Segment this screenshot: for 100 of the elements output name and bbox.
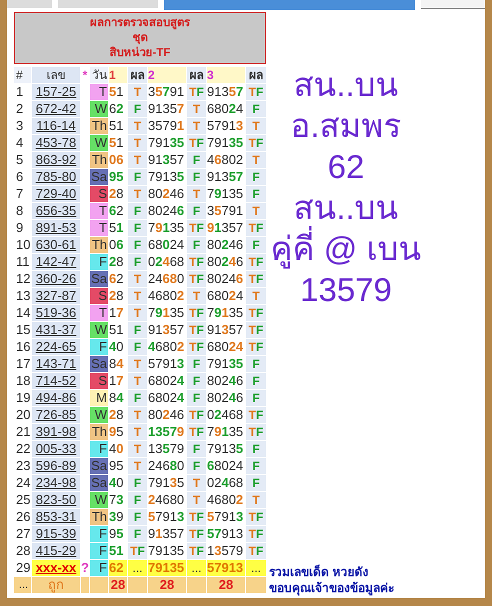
row-number: 2 xyxy=(14,101,31,118)
number-link[interactable]: 656-35 xyxy=(32,203,80,220)
number-cell: 13579 xyxy=(148,441,186,458)
number-cell: 62 xyxy=(109,271,127,288)
number-link[interactable]: 823-50 xyxy=(32,492,80,509)
day-badge: W xyxy=(90,492,108,509)
number-link[interactable]: 391-98 xyxy=(32,424,80,441)
number-cell: 95 xyxy=(109,526,127,543)
number-cell: 91357 xyxy=(207,169,245,186)
result-cell: F xyxy=(128,101,147,118)
number-link[interactable]: 630-61 xyxy=(32,237,80,254)
row-number: 16 xyxy=(14,339,31,356)
number-link[interactable]: 729-40 xyxy=(32,186,80,203)
result-cell: TF xyxy=(187,271,206,288)
result-cell: F xyxy=(187,237,206,254)
number-cell: 79135 xyxy=(148,475,186,492)
number-cell: 95 xyxy=(109,169,127,186)
result-cell: F xyxy=(128,339,147,356)
number-link[interactable]: 519-36 xyxy=(32,305,80,322)
row-number: 7 xyxy=(14,186,31,203)
number-cell: 84 xyxy=(109,356,127,373)
result-cell: F xyxy=(128,526,147,543)
result-cell: TF xyxy=(187,220,206,237)
day-badge: S xyxy=(90,373,108,390)
search-field[interactable] xyxy=(421,0,485,9)
number-cell: 79135 xyxy=(148,220,186,237)
number-link[interactable]: 116-14 xyxy=(32,118,80,135)
address-bar[interactable] xyxy=(164,0,415,10)
result-cell: TF xyxy=(187,509,206,526)
title-text: ผลการตรวจสอบสูตร xyxy=(90,16,190,30)
number-cell: 35791 xyxy=(148,84,186,101)
headline-text: สน..บน xyxy=(292,65,400,105)
row-number: ... xyxy=(14,577,31,594)
result-cell: T xyxy=(187,492,206,509)
number-cell: 24680 xyxy=(148,271,186,288)
number-link[interactable]: 431-37 xyxy=(32,322,80,339)
number-cell: 68024 xyxy=(207,458,245,475)
total-count: 28 xyxy=(109,577,127,594)
result-cell: T xyxy=(128,356,147,373)
number-link[interactable]: 596-89 xyxy=(32,458,80,475)
number-cell: 57913 xyxy=(148,509,186,526)
day-badge: Th xyxy=(90,509,108,526)
number-cell: 62 xyxy=(109,203,127,220)
headline-text: อ.สมพร xyxy=(289,106,403,146)
number-link[interactable]: 453-78 xyxy=(32,135,80,152)
number-link[interactable]: 142-47 xyxy=(32,254,80,271)
number-cell: 57913 xyxy=(207,560,245,577)
number-cell: 80246 xyxy=(148,407,186,424)
number-link[interactable]: 157-25 xyxy=(32,84,80,101)
number-link[interactable]: 726-85 xyxy=(32,407,80,424)
total-label: ถูก xyxy=(32,577,80,594)
number-link[interactable]: 224-65 xyxy=(32,339,80,356)
result-cell: F xyxy=(187,203,206,220)
result-cell: TF xyxy=(246,339,266,356)
number-link[interactable]: 360-26 xyxy=(32,271,80,288)
number-cell: 51 xyxy=(109,220,127,237)
result-cell: TF xyxy=(246,254,266,271)
day-badge: S xyxy=(90,288,108,305)
day-badge: T xyxy=(90,220,108,237)
number-cell: 91357 xyxy=(207,322,245,339)
result-cell: F xyxy=(128,220,147,237)
number-cell: 79135 xyxy=(148,135,186,152)
title-text: ชุด xyxy=(132,30,148,46)
result-cell: T xyxy=(128,441,147,458)
number-link[interactable]: 327-87 xyxy=(32,288,80,305)
result-cell: F xyxy=(128,390,147,407)
result-cell: T xyxy=(128,271,147,288)
browser-tab[interactable] xyxy=(7,0,52,8)
number-link[interactable]: 863-92 xyxy=(32,152,80,169)
result-cell: T xyxy=(128,458,147,475)
number-cell: 95 xyxy=(109,424,127,441)
number-link[interactable]: 005-33 xyxy=(32,441,80,458)
number-link[interactable]: 785-80 xyxy=(32,169,80,186)
row-number: 8 xyxy=(14,203,31,220)
column-header: # xyxy=(14,67,31,84)
result-cell: TF xyxy=(246,135,266,152)
day-badge: S xyxy=(90,186,108,203)
row-number: 18 xyxy=(14,373,31,390)
browser-tab[interactable] xyxy=(58,0,158,8)
column-header: 2 xyxy=(148,67,186,84)
row-number: 25 xyxy=(14,492,31,509)
number-link[interactable]: 891-53 xyxy=(32,220,80,237)
number-link[interactable]: 853-31 xyxy=(32,509,80,526)
number-cell: 02468 xyxy=(148,254,186,271)
column-header: ผล xyxy=(187,67,206,84)
number-link[interactable]: 143-71 xyxy=(32,356,80,373)
result-cell: T xyxy=(246,118,266,135)
number-link[interactable]: 415-29 xyxy=(32,543,80,560)
number-link[interactable]: 494-86 xyxy=(32,390,80,407)
number-cell: 84 xyxy=(109,390,127,407)
number-cell: 68024 xyxy=(207,101,245,118)
number-link[interactable]: xxx-xx xyxy=(32,560,80,577)
number-link[interactable]: 234-98 xyxy=(32,475,80,492)
result-cell: T xyxy=(246,203,266,220)
number-link[interactable]: 672-42 xyxy=(32,101,80,118)
number-link[interactable]: 915-39 xyxy=(32,526,80,543)
day-badge: T xyxy=(90,203,108,220)
result-cell: TF xyxy=(246,220,266,237)
number-cell: 24680 xyxy=(148,458,186,475)
number-link[interactable]: 714-52 xyxy=(32,373,80,390)
